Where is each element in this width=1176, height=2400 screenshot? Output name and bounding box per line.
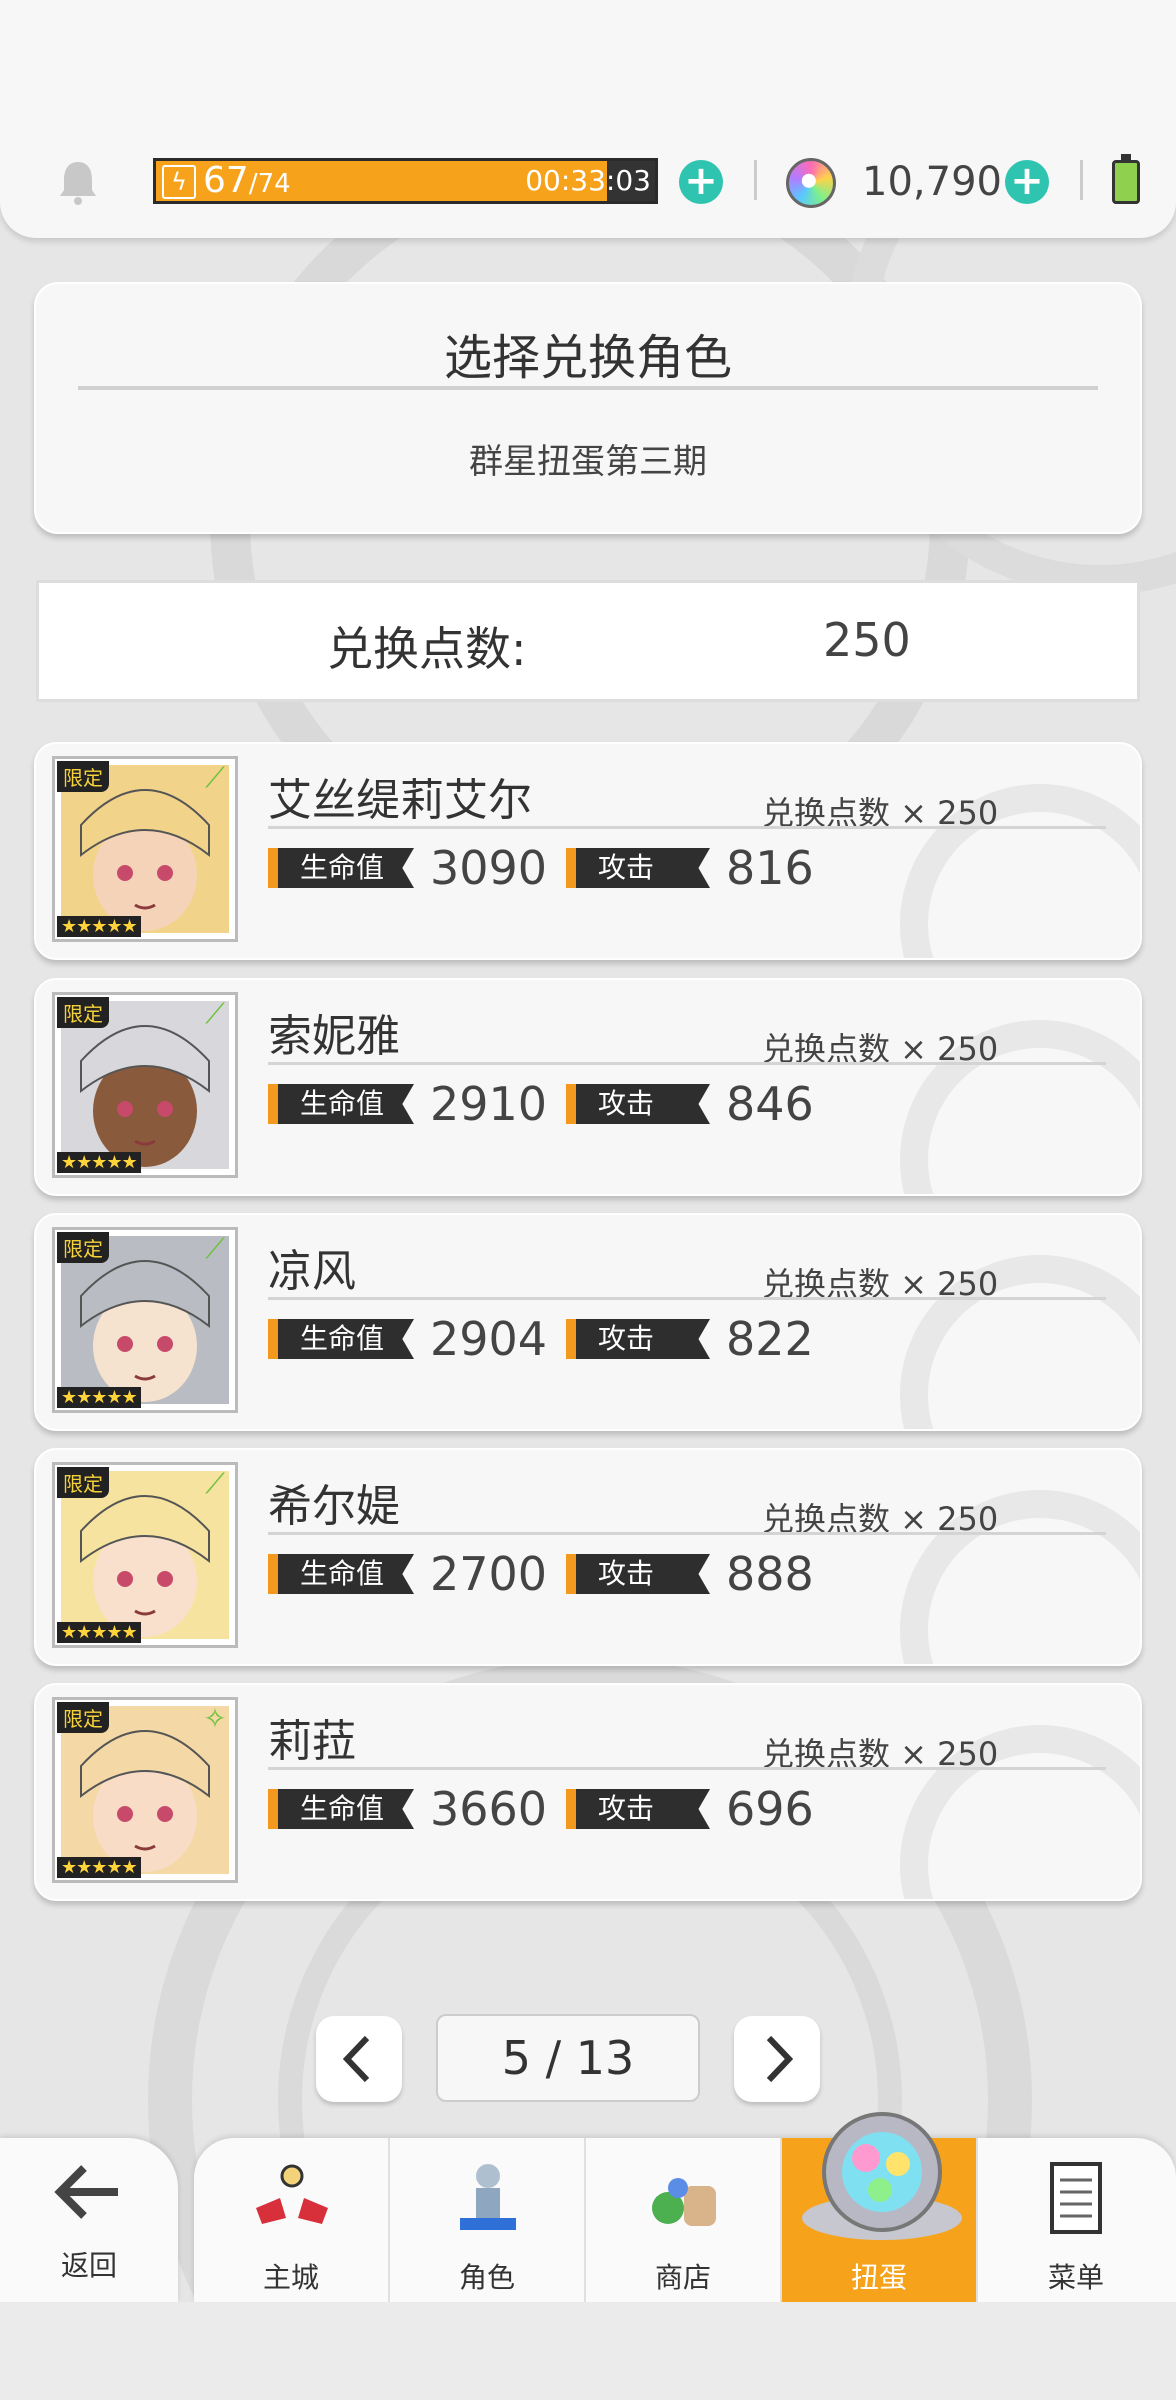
hp-value: 2700 xyxy=(430,1547,548,1601)
back-arrow-icon xyxy=(54,2165,118,2219)
page-subtitle: 群星扭蛋第三期 xyxy=(469,442,707,482)
hp-label: 生命值 xyxy=(268,1789,414,1829)
hp-label: 生命值 xyxy=(268,1554,414,1594)
lightning-icon: ϟ xyxy=(162,165,196,199)
rarity-stars: ★★★★★ xyxy=(57,1622,141,1643)
stamina-value: 67/74 xyxy=(203,160,291,201)
attack-label: 攻击 xyxy=(566,1789,710,1829)
nav-item-character[interactable]: 角色 xyxy=(390,2138,586,2302)
character-name: 莉菈 xyxy=(268,1716,356,1767)
attack-label: 攻击 xyxy=(566,848,710,888)
limited-badge: 限定 xyxy=(57,1702,109,1733)
rarity-stars: ★★★★★ xyxy=(57,1387,141,1408)
character-card[interactable]: 限定 ★★★★★ ⟋ 艾丝缇莉艾尔 兑换点数 × 250 生命值 3090 攻击… xyxy=(34,742,1142,960)
hp-value: 2910 xyxy=(430,1077,548,1131)
wind-element-icon: ⟋ xyxy=(205,997,225,1030)
exchange-points-value: 250 xyxy=(823,613,911,667)
wind-element-icon: ⟋ xyxy=(205,1232,225,1265)
character-portrait: 限定 ★★★★★ ⟋ xyxy=(52,992,238,1178)
hp-value: 3660 xyxy=(430,1782,548,1836)
character-name: 希尔媞 xyxy=(268,1481,400,1532)
gem-count: 10,790 xyxy=(862,159,1002,205)
card-divider xyxy=(268,1062,1106,1065)
card-divider xyxy=(268,1297,1106,1300)
gacha-icon xyxy=(802,2112,962,2240)
card-divider xyxy=(268,826,1106,829)
character-portrait: 限定 ★★★★★ ⟋ xyxy=(52,756,238,942)
nav-item-castle[interactable]: 主城 xyxy=(194,2138,390,2302)
attack-value: 696 xyxy=(726,1782,814,1836)
hp-label: 生命值 xyxy=(268,1084,414,1124)
divider xyxy=(1080,160,1083,200)
wind-element-icon: ⟋ xyxy=(205,1467,225,1500)
attack-value: 822 xyxy=(726,1312,814,1366)
back-button[interactable]: 返回 xyxy=(0,2138,178,2302)
chevron-left-icon xyxy=(342,2035,370,2083)
attack-label: 攻击 xyxy=(566,1554,710,1594)
limited-badge: 限定 xyxy=(57,761,109,792)
shop-icon xyxy=(652,2178,716,2226)
add-stamina-button[interactable]: + xyxy=(679,160,723,204)
page-title: 选择兑换角色 xyxy=(443,330,732,386)
hp-label: 生命值 xyxy=(268,848,414,888)
system-nav-area xyxy=(0,2302,1176,2400)
gem-icon xyxy=(786,158,836,208)
character-card[interactable]: 限定 ★★★★★ ⟋ 凉风 兑换点数 × 250 生命值 2904 攻击 822 xyxy=(34,1213,1142,1431)
rarity-stars: ★★★★★ xyxy=(57,1152,141,1173)
character-portrait: 限定 ★★★★★ ⟋ xyxy=(52,1227,238,1413)
castle-icon xyxy=(256,2164,328,2224)
character-name: 凉风 xyxy=(268,1246,356,1297)
character-name: 索妮雅 xyxy=(268,1011,400,1062)
add-gems-button[interactable]: + xyxy=(1005,160,1049,204)
back-label: 返回 xyxy=(60,2249,117,2282)
stamina-timer: 00:33:03 xyxy=(525,164,651,197)
status-bar: ϟ 67/74 00:33:03 + 10,790 + xyxy=(0,0,1176,238)
character-card[interactable]: 限定 ★★★★★ ⟋ 希尔媞 兑换点数 × 250 生命值 2700 攻击 88… xyxy=(34,1448,1142,1666)
nav-item-menu[interactable]: 菜单 xyxy=(978,2138,1174,2302)
stamina-bar: ϟ 67/74 00:33:03 xyxy=(153,158,658,204)
nav-item-shop[interactable]: 商店 xyxy=(586,2138,782,2302)
prev-page-button[interactable] xyxy=(316,2016,402,2102)
exchange-points-panel: 兑换点数: 250 xyxy=(36,580,1140,702)
hp-label: 生命值 xyxy=(268,1319,414,1359)
limited-badge: 限定 xyxy=(57,1467,109,1498)
title-panel: 选择兑换角色 群星扭蛋第三期 xyxy=(34,282,1142,534)
attack-value: 846 xyxy=(726,1077,814,1131)
attack-value: 816 xyxy=(726,841,814,895)
title-divider xyxy=(78,386,1098,390)
rarity-stars: ★★★★★ xyxy=(57,916,141,937)
next-page-button[interactable] xyxy=(734,2016,820,2102)
limited-badge: 限定 xyxy=(57,1232,109,1263)
character-card[interactable]: 限定 ★★★★★ ⟋ 索妮雅 兑换点数 × 250 生命值 2910 攻击 84… xyxy=(34,978,1142,1196)
attack-label: 攻击 xyxy=(566,1084,710,1124)
character-portrait: 限定 ★★★★★ ⟋ xyxy=(52,1462,238,1648)
battery-icon xyxy=(1112,154,1140,204)
character-portrait: 限定 ★★★★★ ✧ xyxy=(52,1697,238,1883)
character-name: 艾丝缇莉艾尔 xyxy=(268,775,532,826)
wind-element-icon: ⟋ xyxy=(205,761,225,794)
attack-value: 888 xyxy=(726,1547,814,1601)
chevron-right-icon xyxy=(766,2035,794,2083)
divider xyxy=(754,160,757,200)
menu-icon xyxy=(1050,2162,1102,2234)
limited-badge: 限定 xyxy=(57,997,109,1028)
character-icon xyxy=(460,2164,516,2230)
exchange-points-label: 兑换点数: xyxy=(327,622,527,676)
hp-value: 3090 xyxy=(430,841,548,895)
hp-value: 2904 xyxy=(430,1312,548,1366)
page-indicator: 5 / 13 xyxy=(436,2014,700,2102)
attack-label: 攻击 xyxy=(566,1319,710,1359)
bell-icon[interactable] xyxy=(56,158,100,206)
bottom-nav: 主城 角色 商店 扭蛋 菜单 xyxy=(194,2138,1176,2302)
card-divider xyxy=(268,1767,1106,1770)
light-element-icon: ✧ xyxy=(203,1702,227,1735)
card-divider xyxy=(268,1532,1106,1535)
character-card[interactable]: 限定 ★★★★★ ✧ 莉菈 兑换点数 × 250 生命值 3660 攻击 696 xyxy=(34,1683,1142,1901)
rarity-stars: ★★★★★ xyxy=(57,1857,141,1878)
